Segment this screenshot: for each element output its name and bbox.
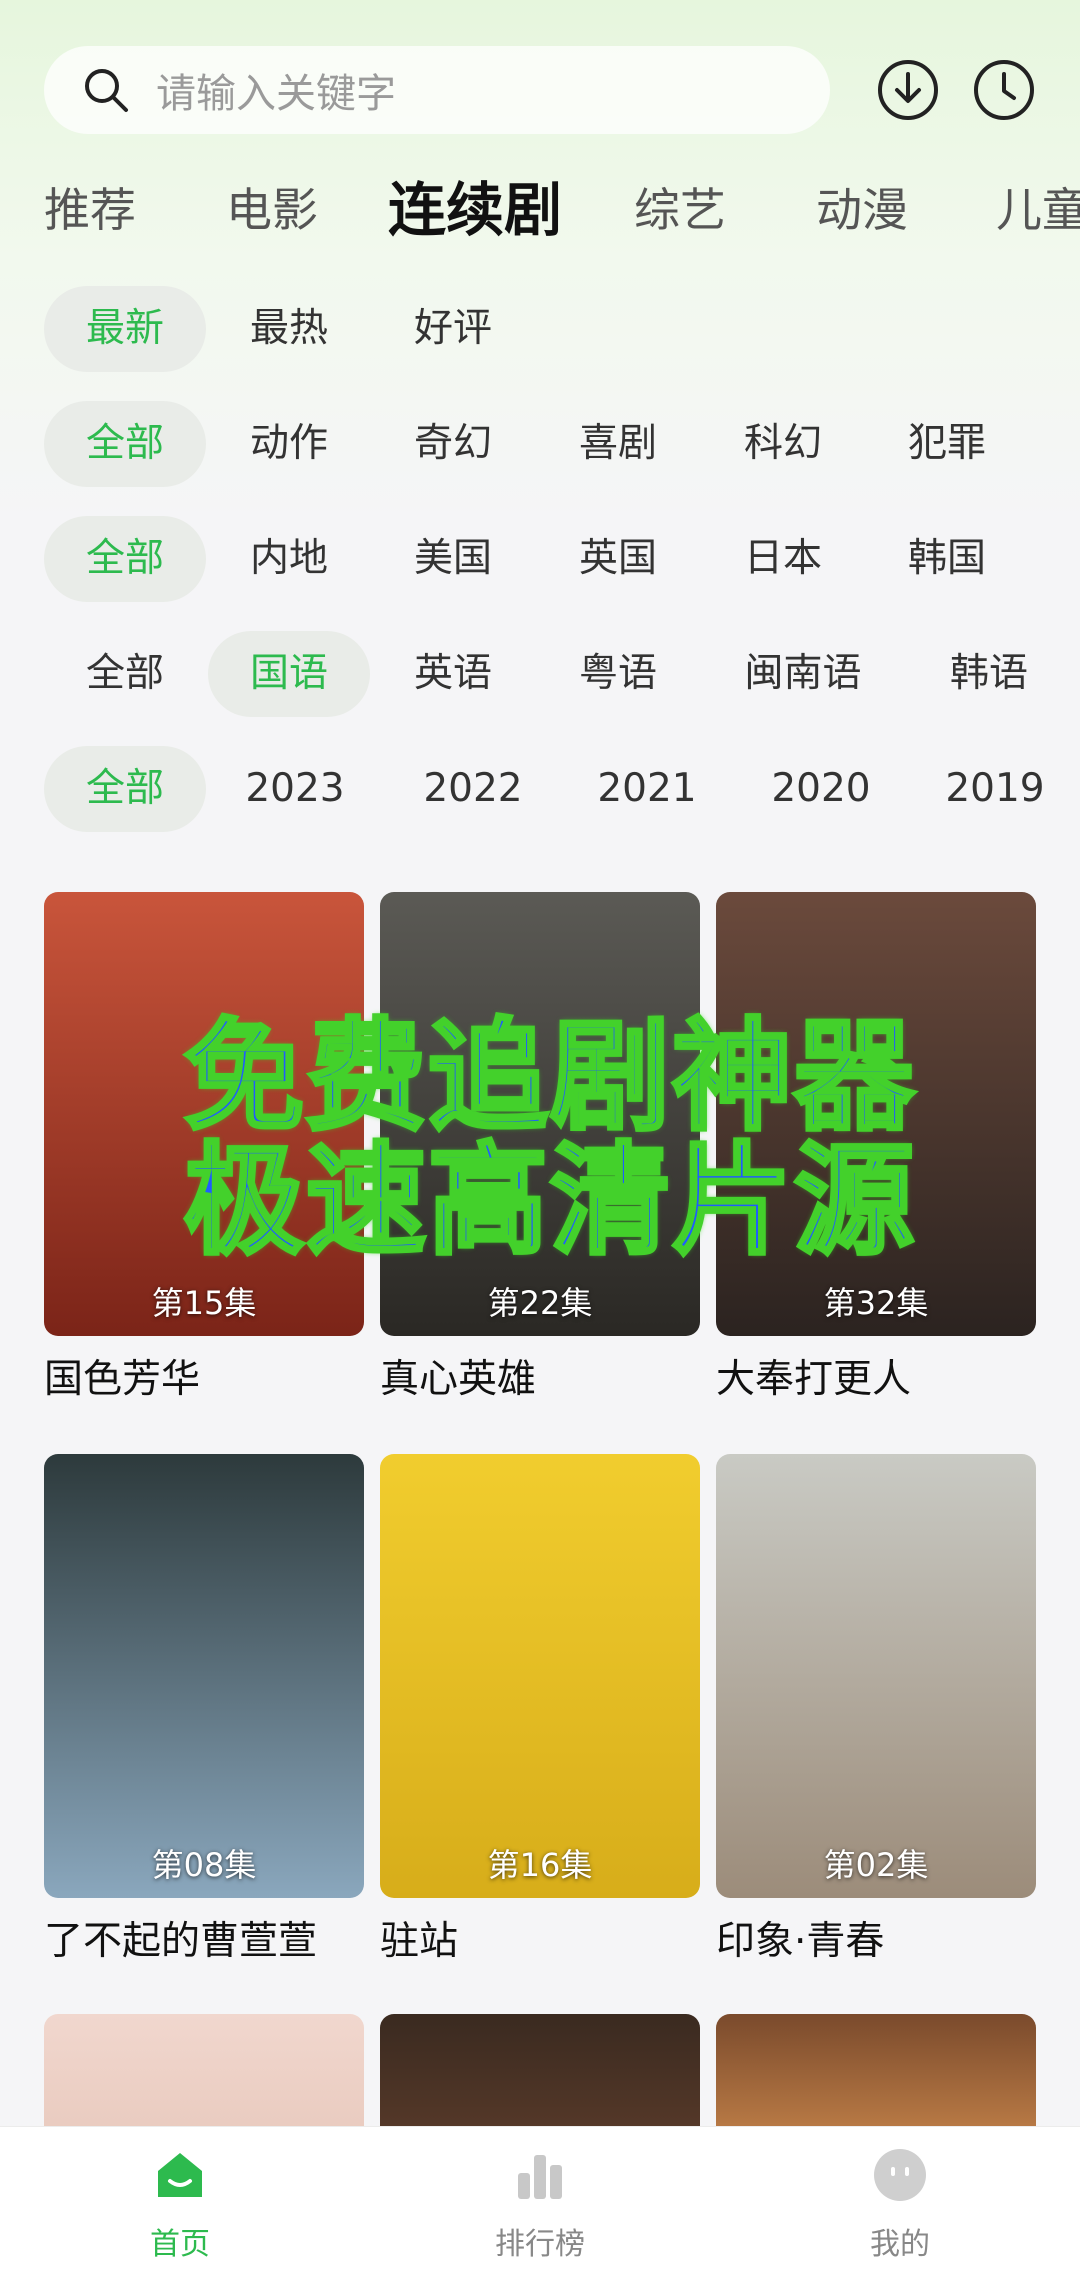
filter-chip[interactable]: 日本 — [702, 516, 864, 602]
episode-label: 第15集 — [151, 1284, 257, 1322]
filter-chip[interactable]: 内地 — [208, 516, 370, 602]
filter-chip[interactable]: 韩国 — [866, 516, 1028, 602]
show-poster[interactable]: 第02集 — [716, 1454, 1036, 1898]
promo-line-1: 免费追剧神器 — [182, 1008, 916, 1147]
category-tabs: 推荐 电影 连续剧 综艺 动漫 儿童 — [0, 170, 1080, 250]
tab-anime[interactable]: 动漫 — [816, 170, 908, 250]
tab-variety[interactable]: 综艺 — [634, 170, 726, 250]
filter-chip[interactable]: 闽南语 — [722, 631, 884, 717]
episode-label: 第16集 — [487, 1846, 593, 1884]
filter-chip[interactable]: 全部 — [44, 401, 206, 487]
filter-row-genre: 全部 动作 奇幻 喜剧 科幻 犯罪 剧 — [0, 401, 1080, 487]
filter-chip[interactable]: 动作 — [208, 401, 370, 487]
filter-chip[interactable]: 犯罪 — [866, 401, 1028, 487]
show-card[interactable]: 第02集 印象·青春 — [716, 1454, 1036, 1966]
profile-face-icon — [874, 2149, 926, 2201]
filter-row-region: 全部 内地 美国 英国 日本 韩国 香 — [0, 516, 1080, 602]
search-bar[interactable]: 请输入关键字 — [44, 46, 830, 134]
history-clock-icon[interactable] — [972, 58, 1036, 122]
nav-profile-label: 我的 — [870, 2227, 930, 2262]
nav-profile[interactable]: 我的 — [800, 2147, 1000, 2263]
nav-ranking-label: 排行榜 — [495, 2227, 585, 2262]
filter-row-language: 全部 国语 英语 粤语 闽南语 韩语 — [0, 631, 1080, 717]
filter-chip[interactable]: 韩语 — [908, 631, 1070, 717]
nav-home[interactable]: 首页 — [80, 2147, 280, 2263]
show-title: 印象·青春 — [716, 1919, 885, 1964]
show-title: 国色芳华 — [44, 1357, 201, 1402]
nav-ranking[interactable]: 排行榜 — [440, 2147, 640, 2263]
download-icon[interactable] — [876, 58, 940, 122]
filter-chip[interactable]: 2022 — [392, 746, 554, 832]
show-card[interactable]: 第16集 驻站 — [380, 1454, 700, 1966]
nav-home-label: 首页 — [150, 2227, 210, 2262]
filter-chip[interactable]: 好评 — [372, 286, 534, 372]
filter-chip[interactable]: 奇幻 — [372, 401, 534, 487]
tab-recommend[interactable]: 推荐 — [44, 170, 136, 250]
show-poster[interactable]: 第08集 — [44, 1454, 364, 1898]
tab-movie[interactable]: 电影 — [226, 170, 318, 250]
filter-chip[interactable]: 香 — [1030, 516, 1080, 602]
tab-kids[interactable]: 儿童 — [996, 170, 1080, 250]
tab-series[interactable]: 连续剧 — [388, 170, 562, 250]
filter-chip[interactable]: 国语 — [208, 631, 370, 717]
home-icon — [158, 2153, 202, 2197]
show-card[interactable]: 第08集 了不起的曹萱萱 — [44, 1454, 364, 1966]
filter-chip[interactable]: 最热 — [208, 286, 370, 372]
filter-chip[interactable]: 2021 — [566, 746, 728, 832]
filter-chip[interactable]: 喜剧 — [537, 401, 699, 487]
search-placeholder: 请输入关键字 — [156, 71, 396, 117]
filter-chip[interactable]: 英语 — [372, 631, 534, 717]
episode-label: 第02集 — [823, 1846, 929, 1884]
search-icon — [85, 69, 128, 112]
filter-chip[interactable]: 最新 — [44, 286, 206, 372]
filter-chip[interactable]: 美国 — [372, 516, 534, 602]
episode-label: 第08集 — [151, 1846, 257, 1884]
episode-label: 第32集 — [823, 1284, 929, 1322]
filter-row-sort: 最新 最热 好评 — [0, 286, 1080, 372]
filter-chip[interactable]: 2023 — [214, 746, 376, 832]
filter-chip[interactable]: 英国 — [537, 516, 699, 602]
episode-label: 第22集 — [487, 1284, 593, 1322]
show-title: 大奉打更人 — [716, 1357, 912, 1402]
filter-row-year: 全部 2023 2022 2021 2020 2019 — [0, 746, 1080, 832]
filter-chip[interactable]: 剧 — [1030, 401, 1080, 487]
filter-chip[interactable]: 全部 — [44, 516, 206, 602]
filter-chip[interactable]: 全部 — [44, 631, 206, 717]
filter-chip[interactable]: 科幻 — [702, 401, 864, 487]
filter-chip[interactable]: 全部 — [44, 746, 206, 832]
show-title: 驻站 — [380, 1919, 459, 1964]
show-poster[interactable]: 第16集 — [380, 1454, 700, 1898]
bar-chart-icon — [518, 2155, 562, 2199]
show-title: 了不起的曹萱萱 — [44, 1919, 318, 1964]
promo-line-2: 极速高清片源 — [182, 1132, 916, 1271]
filter-chip[interactable]: 2020 — [740, 746, 902, 832]
filter-chip[interactable]: 粤语 — [537, 631, 699, 717]
show-title: 真心英雄 — [380, 1357, 537, 1402]
bottom-navigation: 首页 排行榜 我的 — [0, 2126, 1080, 2280]
filter-chip[interactable]: 2019 — [914, 746, 1076, 832]
